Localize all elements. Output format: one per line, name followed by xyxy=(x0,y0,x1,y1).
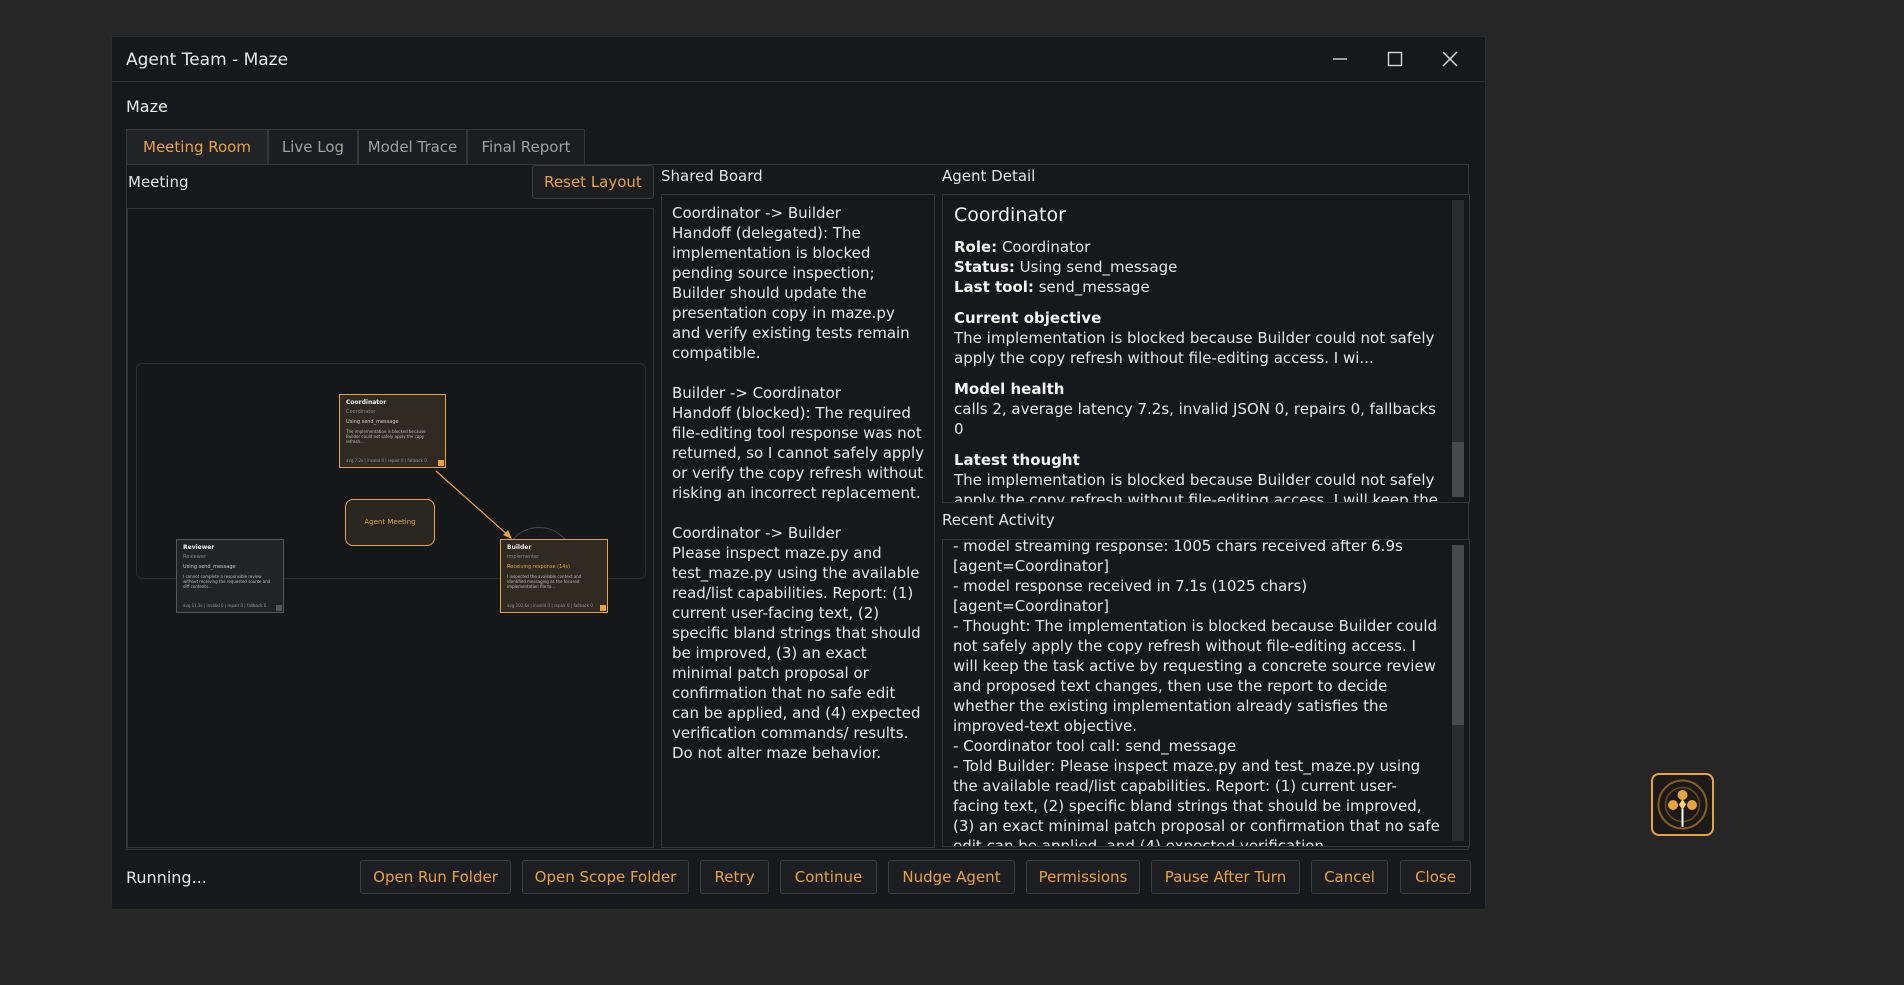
model-health-text: calls 2, average latency 7.2s, invalid J… xyxy=(954,400,1436,438)
agent-team-app-icon[interactable] xyxy=(1651,773,1714,836)
pause-after-turn-button[interactable]: Pause After Turn xyxy=(1151,860,1300,894)
shared-board-label: Shared Board xyxy=(661,167,763,185)
current-objective-heading: Current objective xyxy=(954,309,1102,327)
role-key: Role: xyxy=(954,238,998,256)
open-run-folder-button[interactable]: Open Run Folder xyxy=(360,860,511,894)
agent-card-role: Implementer xyxy=(507,554,540,560)
maximize-icon xyxy=(1387,51,1403,67)
agent-detail-panel[interactable]: Coordinator Role: Coordinator Status: Us… xyxy=(942,194,1470,503)
board-entry-header: Coordinator -> Builder xyxy=(672,204,841,222)
activity-line: - Coordinator tool call: send_message xyxy=(953,737,1237,755)
model-health-heading: Model health xyxy=(954,380,1065,398)
scrollbar-thumb[interactable] xyxy=(1452,442,1464,497)
role-value: Coordinator xyxy=(1001,238,1091,256)
close-button[interactable]: Close xyxy=(1400,860,1471,894)
close-icon xyxy=(1442,51,1458,67)
tab-live-log[interactable]: Live Log xyxy=(268,129,358,164)
last-tool-value: send_message xyxy=(1038,278,1150,296)
board-entry: Builder -> Coordinator Handoff (blocked)… xyxy=(672,383,924,503)
permissions-button[interactable]: Permissions xyxy=(1026,860,1140,894)
tab-meeting-room[interactable]: Meeting Room xyxy=(126,129,268,164)
agent-card-status: Receiving response (14s) xyxy=(507,564,570,570)
agent-detail-scrollbar[interactable] xyxy=(1452,200,1464,497)
board-entry-body: Handoff (blocked): The required file-edi… xyxy=(672,404,924,502)
open-scope-folder-button[interactable]: Open Scope Folder xyxy=(522,860,689,894)
resize-handle[interactable] xyxy=(600,605,606,611)
agent-card-name: Reviewer xyxy=(183,544,215,551)
agent-card-role: Reviewer xyxy=(183,554,206,560)
latest-thought-section: Latest thought The implementation is blo… xyxy=(954,450,1441,503)
scrollbar-thumb[interactable] xyxy=(1452,545,1464,725)
close-window-button[interactable] xyxy=(1432,45,1468,73)
latest-thought-text: The implementation is blocked because Bu… xyxy=(954,471,1439,503)
current-objective-text: The implementation is blocked because Bu… xyxy=(954,329,1435,367)
agent-card-metrics: avg 11.5s | invalid 0 | repair 0 | fallb… xyxy=(183,603,267,608)
project-name: Maze xyxy=(126,97,168,116)
latest-thought-heading: Latest thought xyxy=(954,451,1080,469)
board-entry-body: Please inspect maze.py and test_maze.py … xyxy=(672,544,921,762)
title-bar: Agent Team - Maze xyxy=(112,37,1485,82)
agent-card-status: Using send_message xyxy=(183,564,236,570)
agent-card-status: Using send_message xyxy=(346,419,399,425)
board-entry: Coordinator -> Builder Please inspect ma… xyxy=(672,523,924,763)
retry-button[interactable]: Retry xyxy=(700,860,769,894)
recent-activity-panel[interactable]: - model streaming response: 1005 chars r… xyxy=(942,539,1470,847)
activity-line: [agent=Coordinator] xyxy=(953,557,1109,575)
agent-card-name: Coordinator xyxy=(346,399,387,406)
agent-card-role: Coordinator xyxy=(346,409,376,415)
board-entry-body: Handoff (delegated): The implementation … xyxy=(672,224,910,362)
activity-log: - model streaming response: 1005 chars r… xyxy=(953,539,1441,847)
activity-line: - Told Builder: Please inspect maze.py a… xyxy=(953,757,1440,847)
model-health-section: Model health calls 2, average latency 7.… xyxy=(954,379,1441,439)
agent-detail-label: Agent Detail xyxy=(942,167,1036,185)
agent-card-metrics: avg 7.2s | invalid 0 | repair 0 | fallba… xyxy=(346,458,427,463)
agent-card-description: I inspected the available context and id… xyxy=(507,574,582,589)
minimize-button[interactable] xyxy=(1322,45,1358,73)
window-title: Agent Team - Maze xyxy=(126,50,289,70)
meeting-canvas[interactable]: Coordinator Coordinator Using send_messa… xyxy=(127,208,654,848)
continue-button[interactable]: Continue xyxy=(780,860,877,894)
nudge-agent-button[interactable]: Nudge Agent xyxy=(888,860,1015,894)
agent-detail-name: Coordinator xyxy=(954,204,1066,226)
status-key: Status: xyxy=(954,258,1015,276)
recent-activity-scrollbar[interactable] xyxy=(1452,545,1464,841)
resize-handle[interactable] xyxy=(276,605,282,611)
recent-activity-label: Recent Activity xyxy=(942,511,1055,529)
current-objective-section: Current objective The implementation is … xyxy=(954,308,1441,368)
tab-final-report[interactable]: Final Report xyxy=(467,129,585,164)
connector-coordinator-builder xyxy=(435,470,511,538)
agent-detail-status: Status: Using send_message xyxy=(954,257,1441,277)
activity-line: - model streaming response: 1005 chars r… xyxy=(953,539,1403,555)
activity-line: - Thought: The implementation is blocked… xyxy=(953,617,1438,735)
agent-meeting-node[interactable]: Agent Meeting xyxy=(345,499,435,546)
agent-card-description: The implementation is blocked because Bu… xyxy=(346,429,426,444)
activity-line: - model response received in 7.1s (1025 … xyxy=(953,577,1308,615)
last-tool-key: Last tool: xyxy=(954,278,1034,296)
app-logo-icon xyxy=(1657,779,1708,830)
agent-card-description: I cannot complete a responsible review w… xyxy=(183,574,271,589)
board-entry-header: Builder -> Coordinator xyxy=(672,384,841,402)
agent-card-metrics: avg 102.6s | invalid 0 | repair 0 | fall… xyxy=(507,603,593,608)
maximize-button[interactable] xyxy=(1377,45,1413,73)
tab-model-trace[interactable]: Model Trace xyxy=(358,129,467,164)
agent-card-name: Builder xyxy=(507,544,532,551)
meeting-label: Meeting xyxy=(128,173,189,191)
minimize-icon xyxy=(1333,58,1347,60)
agent-card-coordinator[interactable]: Coordinator Coordinator Using send_messa… xyxy=(339,394,446,468)
agent-card-reviewer[interactable]: Reviewer Reviewer Using send_message I c… xyxy=(176,539,284,613)
cancel-button[interactable]: Cancel xyxy=(1311,860,1388,894)
agent-detail-role: Role: Coordinator xyxy=(954,237,1441,257)
reset-layout-button[interactable]: Reset Layout xyxy=(532,165,654,199)
resize-handle[interactable] xyxy=(438,460,444,466)
agent-detail-last-tool: Last tool: send_message xyxy=(954,277,1441,297)
shared-board[interactable]: Coordinator -> Builder Handoff (delegate… xyxy=(661,194,935,848)
board-entry: Coordinator -> Builder Handoff (delegate… xyxy=(672,203,924,363)
run-status: Running... xyxy=(126,868,207,887)
agent-card-builder[interactable]: Builder Implementer Receiving response (… xyxy=(500,539,608,613)
status-value: Using send_message xyxy=(1019,258,1178,276)
board-entry-header: Coordinator -> Builder xyxy=(672,524,841,542)
